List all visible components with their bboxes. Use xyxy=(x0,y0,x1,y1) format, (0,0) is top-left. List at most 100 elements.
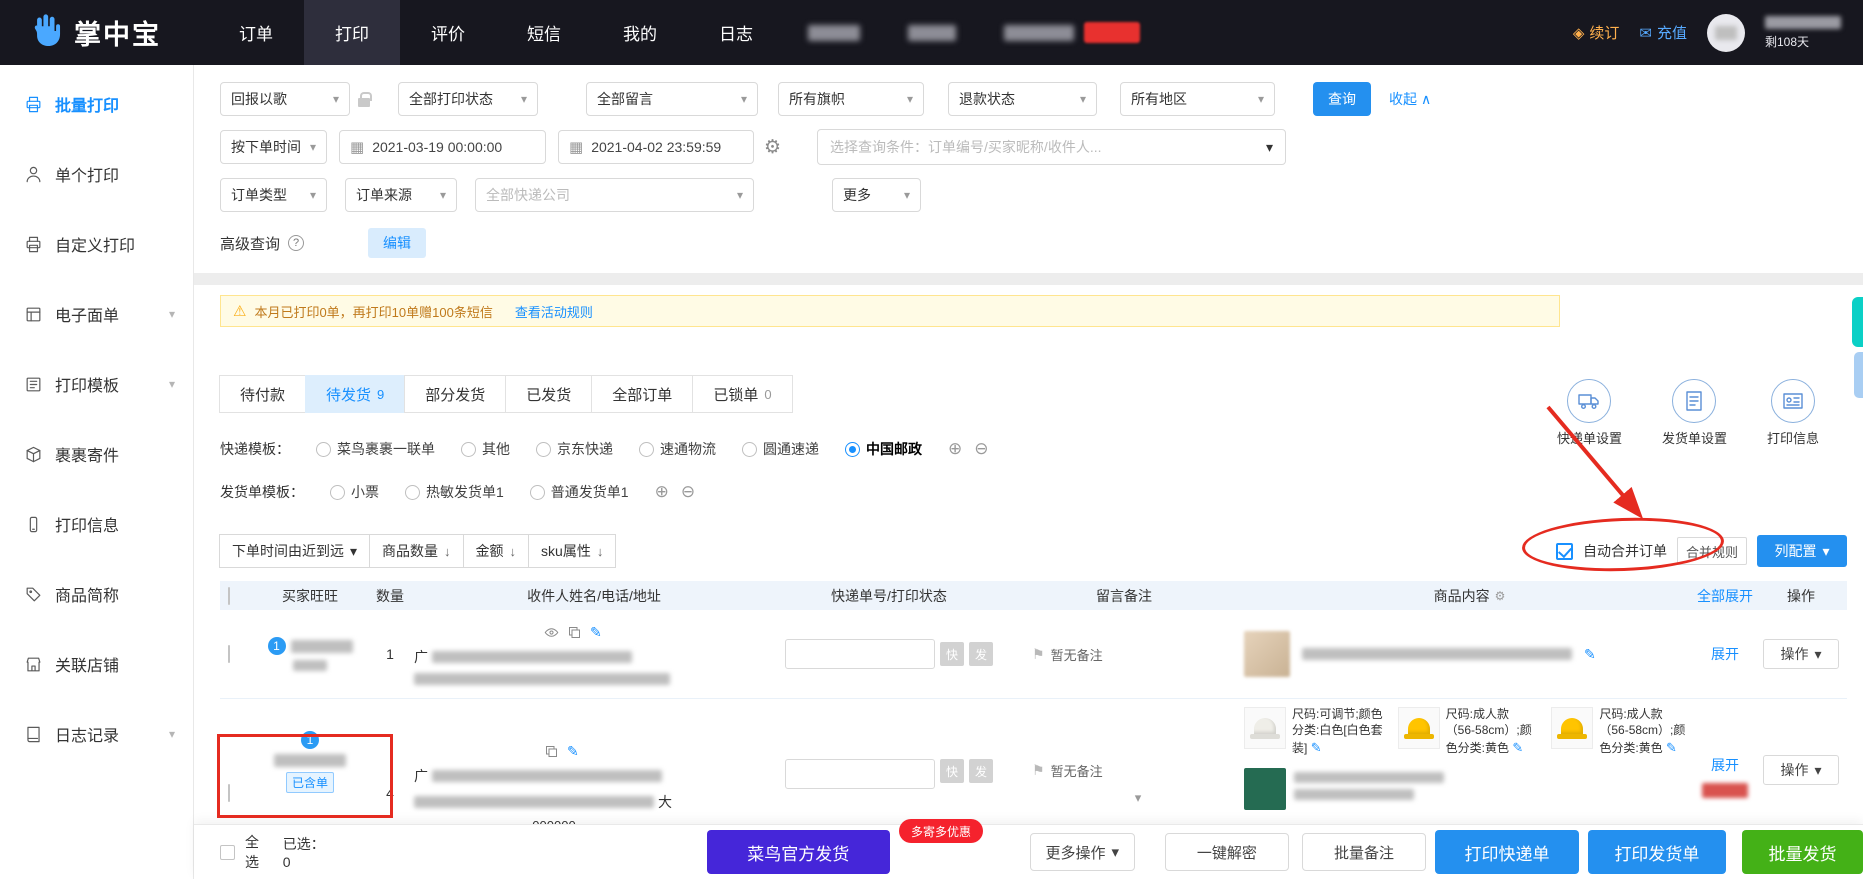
recharge-link[interactable]: ✉ 充值 xyxy=(1639,22,1687,43)
nav-item-sms[interactable]: 短信 xyxy=(496,0,592,65)
avatar[interactable] xyxy=(1707,13,1745,52)
add-invoice-template-icon[interactable]: ⊕ xyxy=(655,482,669,502)
nav-item-orders[interactable]: 订单 xyxy=(208,0,304,65)
radio-sutong[interactable]: 速通物流 xyxy=(639,439,716,459)
redacted-nav-item[interactable] xyxy=(808,24,860,41)
sidebar-item-guoguo-ship[interactable]: 裹裹寄件 xyxy=(0,419,193,489)
sort-by-sku[interactable]: sku属性 ↓ xyxy=(528,534,617,568)
edit-product-pencil-icon[interactable]: ✎ xyxy=(1512,740,1523,755)
product-thumbnail[interactable] xyxy=(1551,707,1594,749)
edit-product-pencil-icon[interactable]: ✎ xyxy=(1311,740,1322,755)
help-question-icon[interactable]: ? xyxy=(288,235,305,251)
cainiao-official-ship-button[interactable]: 菜鸟官方发货 xyxy=(706,830,890,874)
remove-invoice-template-icon[interactable]: ⊖ xyxy=(681,482,695,502)
radio-other[interactable]: 其他 xyxy=(461,439,510,459)
product-thumbnail[interactable] xyxy=(1244,631,1290,677)
more-actions-button[interactable]: 更多操作 ▾ xyxy=(1029,833,1135,871)
row-checkbox[interactable] xyxy=(228,784,230,802)
date-to-input[interactable]: ▦ 2021-04-02 23:59:59 xyxy=(558,130,754,164)
radio-cainiao-guoguo[interactable]: 菜鸟裹裹一联单 xyxy=(316,439,435,459)
radio-normal-invoice[interactable]: 普通发货单1 xyxy=(529,482,629,502)
product-thumbnail[interactable] xyxy=(1244,707,1286,749)
sidebar-item-batch-print[interactable]: 批量打印 xyxy=(0,69,193,139)
edit-product-pencil-icon[interactable]: ✎ xyxy=(1584,646,1596,663)
tab-locked[interactable]: 已锁单 0 xyxy=(692,375,793,413)
radio-thermal-invoice[interactable]: 热敏发货单1 xyxy=(405,482,504,502)
tab-shipped[interactable]: 已发货 xyxy=(505,375,593,413)
ship-button[interactable]: 发 xyxy=(969,759,993,783)
express-company-select[interactable]: 全部快递公司 ▾ xyxy=(475,178,754,212)
sidebar-item-linked-shops[interactable]: 关联店铺 xyxy=(0,629,193,699)
column-config-button[interactable]: 列配置 ▾ xyxy=(1757,535,1847,567)
tracking-number-input[interactable] xyxy=(785,639,935,669)
expand-all-link[interactable]: 全部展开 xyxy=(1697,588,1753,604)
sidebar-item-custom-print[interactable]: 自定义打印 xyxy=(0,209,193,279)
edit-advanced-query-button[interactable]: 编辑 xyxy=(368,228,427,258)
nav-item-reviews[interactable]: 评价 xyxy=(400,0,496,65)
print-express-button[interactable]: 打印快递单 xyxy=(1435,830,1579,874)
select-all-checkbox[interactable] xyxy=(220,844,235,860)
more-filters-select[interactable]: 更多 ▾ xyxy=(832,178,921,212)
batch-ship-button[interactable]: 批量发货 xyxy=(1741,830,1863,874)
add-template-icon[interactable]: ⊕ xyxy=(948,439,962,459)
edit-address-pencil-icon[interactable]: ✎ xyxy=(567,743,579,760)
region-select[interactable]: 所有地区 ▾ xyxy=(1120,82,1275,116)
product-thumbnail[interactable] xyxy=(1244,768,1286,811)
print-status-select[interactable]: 全部打印状态 ▾ xyxy=(398,82,538,116)
tab-to-ship[interactable]: 待发货 9 xyxy=(305,375,406,413)
renew-link[interactable]: ◈ 续订 xyxy=(1573,22,1620,43)
sort-by-quantity[interactable]: 商品数量 ↓ xyxy=(369,534,464,568)
tab-pending-payment[interactable]: 待付款 xyxy=(219,375,307,413)
decrypt-button[interactable]: 一键解密 xyxy=(1164,833,1289,871)
scrollbar-thumb[interactable] xyxy=(1854,352,1863,398)
merge-rules-button[interactable]: 合并规则 xyxy=(1676,537,1747,565)
product-settings-gear-icon[interactable]: ⚙ xyxy=(1495,589,1506,603)
search-condition-combo[interactable]: 选择查询条件：订单编号/买家昵称/收件人... ▾ xyxy=(817,129,1287,165)
eye-icon[interactable] xyxy=(544,625,559,640)
flag-icon[interactable]: ⚑ xyxy=(1032,762,1045,779)
select-all-header-checkbox[interactable] xyxy=(228,586,230,605)
copy-icon[interactable] xyxy=(567,625,582,640)
redacted-nav-item[interactable] xyxy=(1004,24,1074,41)
date-settings-gear-icon[interactable]: ⚙ xyxy=(764,136,781,159)
shop-select[interactable]: 回报以歌 ▾ xyxy=(220,82,350,116)
floating-edge-tab[interactable] xyxy=(1852,297,1863,347)
ship-button[interactable]: 发 xyxy=(969,642,993,666)
activity-rules-link[interactable]: 查看活动规则 xyxy=(515,302,593,321)
nav-item-logs[interactable]: 日志 xyxy=(688,0,784,65)
app-logo[interactable]: 掌中宝 xyxy=(0,0,208,65)
tab-all-orders[interactable]: 全部订单 xyxy=(591,375,694,413)
expand-row-link[interactable]: 展开 xyxy=(1711,646,1739,662)
quick-print-button[interactable]: 快 xyxy=(940,642,964,666)
sidebar-item-log-records[interactable]: 日志记录 ▾ xyxy=(0,699,193,769)
sidebar-item-print-template[interactable]: 打印模板 ▾ xyxy=(0,349,193,419)
row-action-button[interactable]: 操作 ▾ xyxy=(1763,639,1839,669)
collapse-link[interactable]: 收起 ∧ xyxy=(1389,89,1431,109)
time-type-select[interactable]: 按下单时间 ▾ xyxy=(220,130,327,164)
radio-yto[interactable]: 圆通速递 xyxy=(742,439,819,459)
sort-by-time-dropdown[interactable]: 下单时间由近到远 ▾ xyxy=(219,534,371,568)
radio-receipt[interactable]: 小票 xyxy=(330,482,379,502)
product-thumbnail[interactable] xyxy=(1397,707,1440,749)
quick-print-button[interactable]: 快 xyxy=(940,759,964,783)
redacted-nav-item[interactable] xyxy=(908,24,956,41)
flag-icon[interactable]: ⚑ xyxy=(1032,646,1045,663)
batch-note-button[interactable]: 批量备注 xyxy=(1301,833,1427,871)
order-source-select[interactable]: 订单来源 ▾ xyxy=(345,178,457,212)
auto-merge-checkbox[interactable] xyxy=(1555,542,1573,560)
print-invoice-button[interactable]: 打印发货单 xyxy=(1587,830,1726,874)
expand-row-link[interactable]: 展开 xyxy=(1711,755,1739,775)
sort-by-amount[interactable]: 金额 ↓ xyxy=(462,534,530,568)
sidebar-item-ewaybill[interactable]: 电子面单 ▾ xyxy=(0,279,193,349)
sidebar-item-product-abbr[interactable]: 商品简称 xyxy=(0,559,193,629)
edit-product-pencil-icon[interactable]: ✎ xyxy=(1666,740,1677,755)
flag-select[interactable]: 所有旗帜 ▾ xyxy=(778,82,924,116)
invoice-settings[interactable]: 发货单设置 xyxy=(1662,379,1727,447)
remove-template-icon[interactable]: ⊖ xyxy=(974,439,988,459)
radio-china-post[interactable]: 中国邮政 xyxy=(845,439,922,459)
tab-partial-shipped[interactable]: 部分发货 xyxy=(404,375,507,413)
order-type-select[interactable]: 订单类型 ▾ xyxy=(220,178,327,212)
print-info-settings[interactable]: 打印信息 xyxy=(1767,379,1819,447)
sidebar-item-print-info[interactable]: 打印信息 xyxy=(0,489,193,559)
query-button[interactable]: 查询 xyxy=(1313,82,1371,116)
